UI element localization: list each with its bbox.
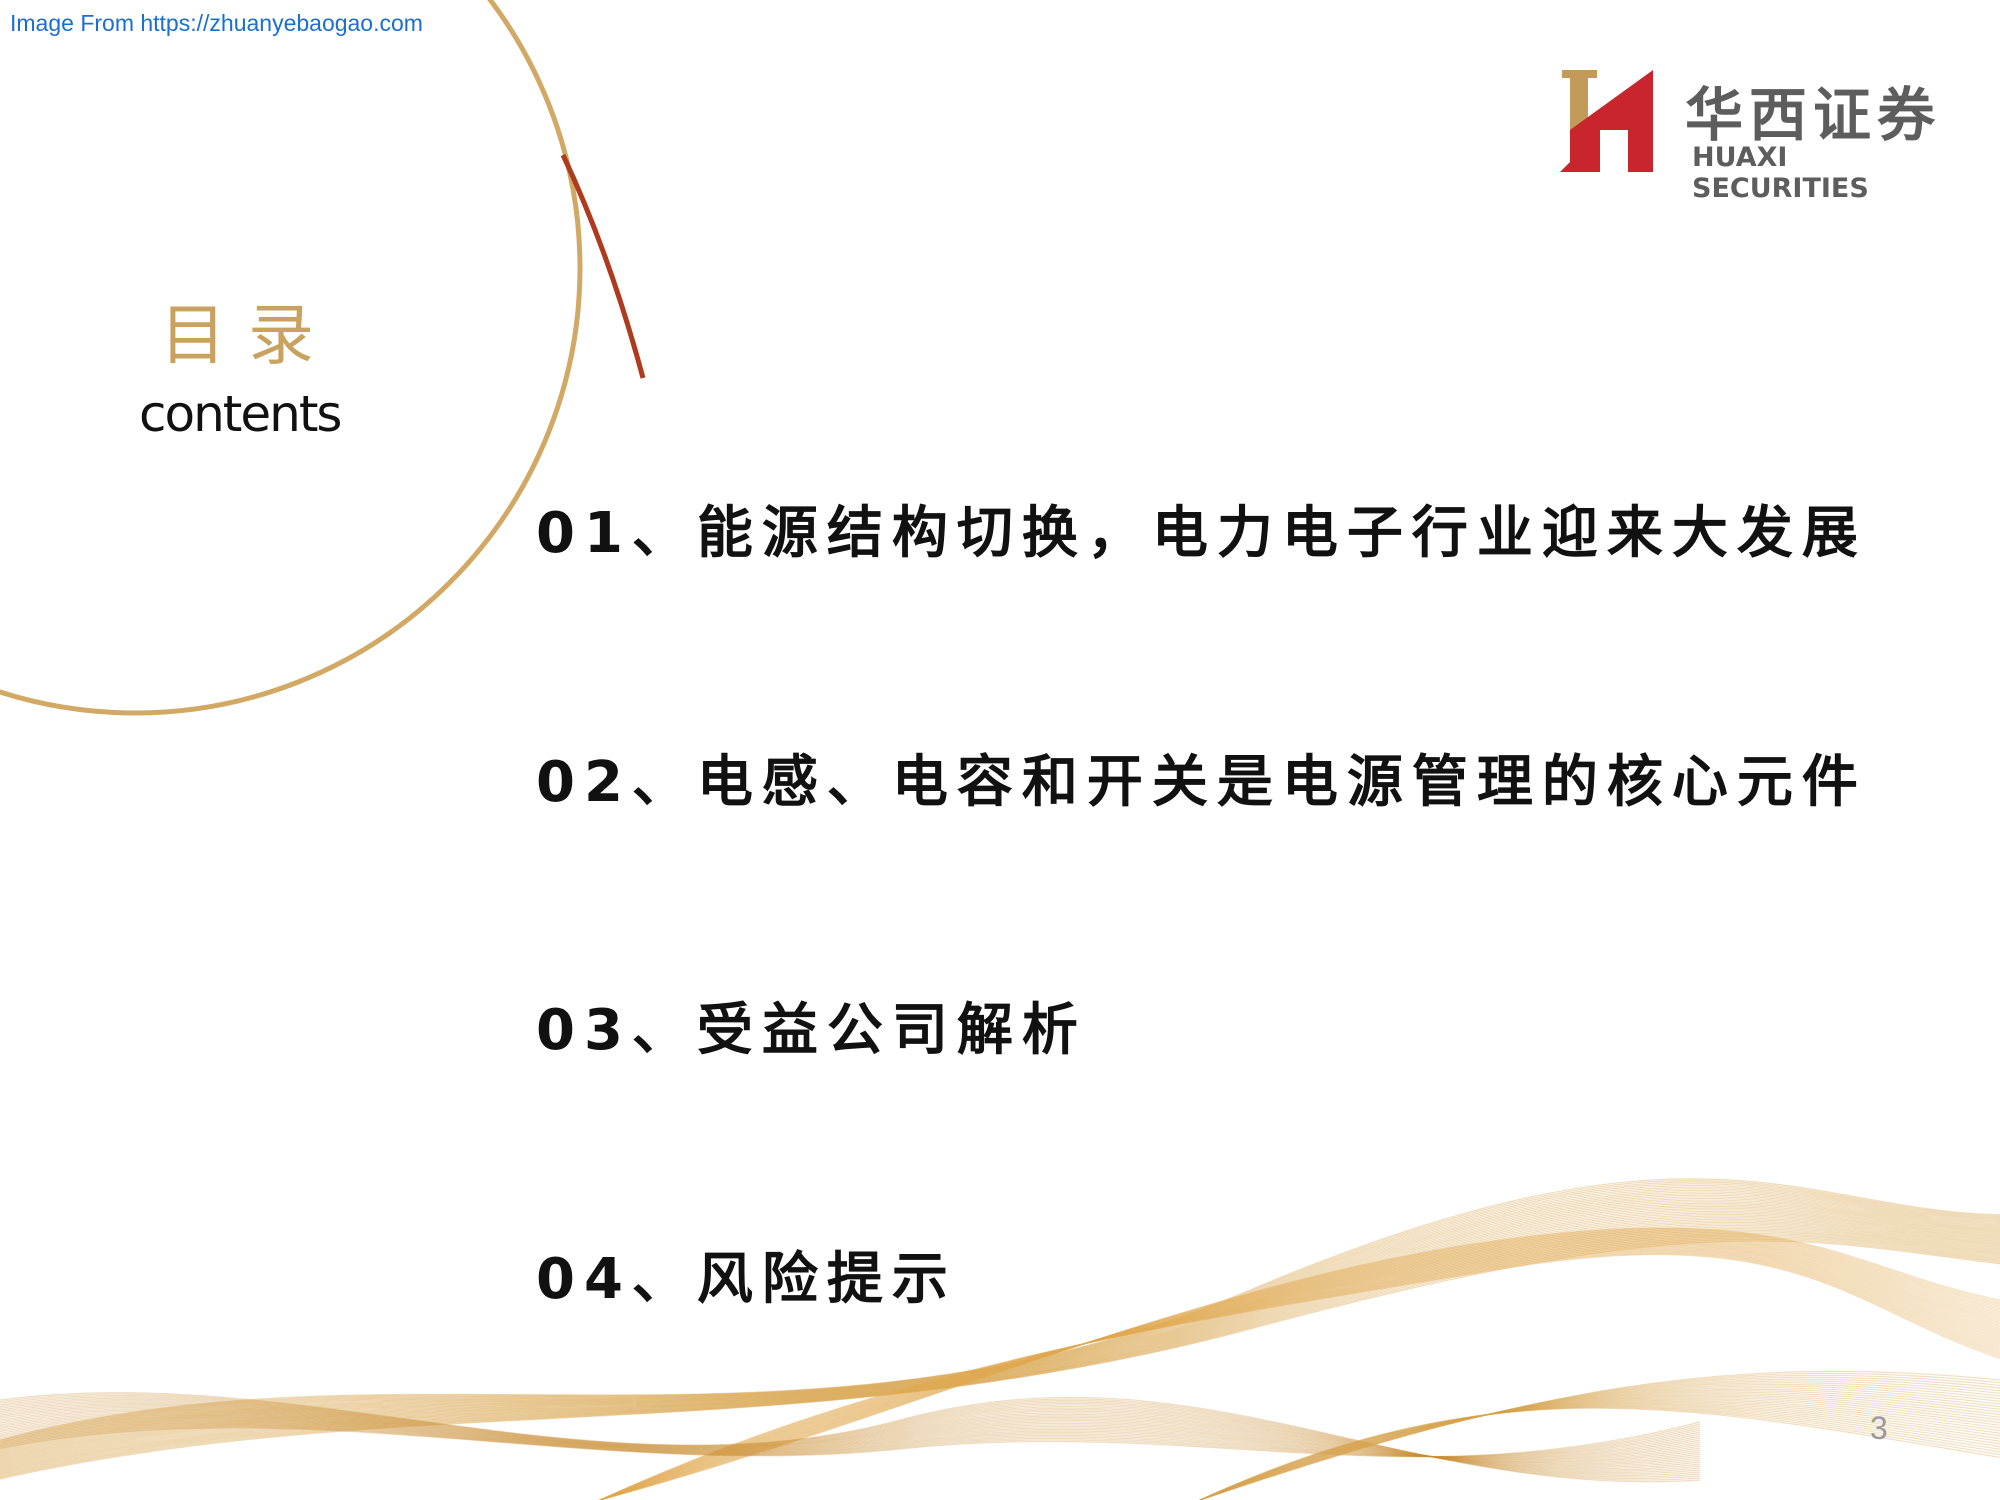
source-watermark-link[interactable]: Image From https://zhuanyebaogao.com — [10, 10, 423, 37]
logo-name-en: HUAXI SECURITIES — [1692, 142, 1869, 204]
toc-item-1[interactable]: 01、能源结构切换，电力电子行业迎来大发展 — [536, 488, 1867, 569]
logo-name-cn: 华西证券 — [1685, 81, 1942, 149]
page-number: 3 — [1870, 1410, 1888, 1446]
toc-title-en: contents — [139, 385, 342, 443]
toc-item-3[interactable]: 03、受益公司解析 — [536, 985, 1087, 1066]
toc-item-2[interactable]: 02、电感、电容和开关是电源管理的核心元件 — [536, 737, 1867, 818]
golden-wave-lines — [0, 1178, 2000, 1500]
huaxi-logo: 华西证券 HUAXI SECURITIES — [1560, 68, 1960, 204]
h-logo-mark-icon — [1560, 70, 1653, 172]
toc-title-cn: 目录 — [160, 297, 336, 374]
toc-item-4[interactable]: 04、风险提示 — [536, 1234, 957, 1315]
